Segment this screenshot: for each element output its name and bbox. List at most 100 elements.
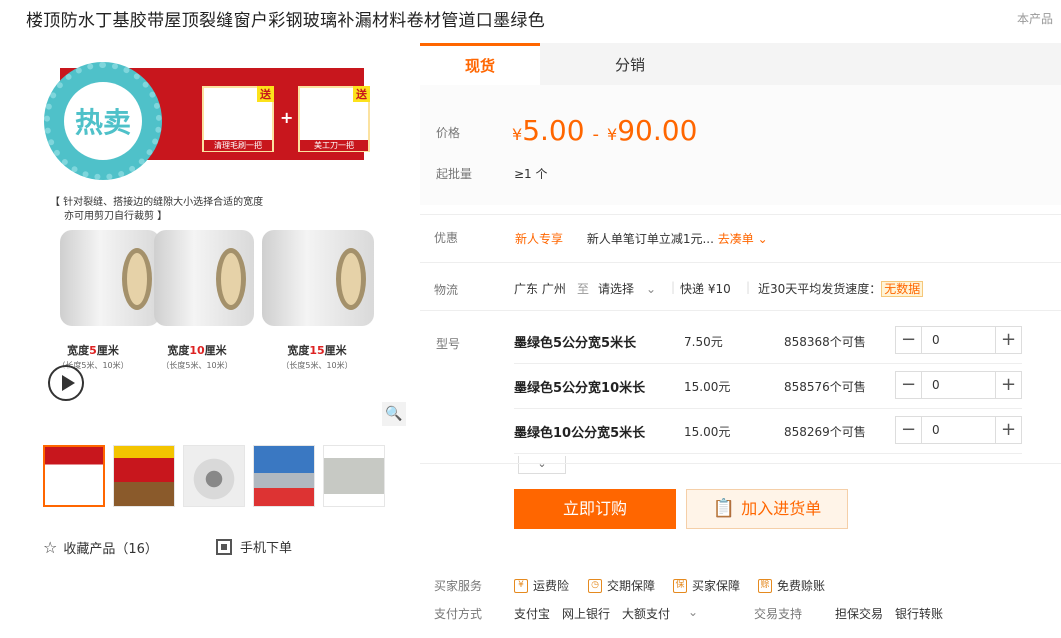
service-item[interactable]: 保买家保障 (673, 577, 740, 594)
favorite-label: 收藏产品（16） (63, 542, 158, 557)
variant-stock: 858576个可售 (784, 380, 866, 394)
divider (420, 463, 1061, 464)
gift-knife: 送 美工刀一把 (298, 86, 370, 152)
separator: | (671, 280, 676, 294)
payment-label: 支付方式 (434, 607, 483, 621)
thumbnail[interactable] (113, 445, 175, 507)
corner-text: 本产品 (1017, 12, 1054, 26)
variant-stock: 858269个可售 (784, 425, 866, 439)
chevron-down-icon: ⌄ (646, 282, 657, 296)
thumbnail[interactable] (183, 445, 245, 507)
minus-icon[interactable]: − (896, 327, 922, 353)
promo-text: 新人单笔订单立减1元... (586, 232, 714, 246)
buy-now-button[interactable]: 立即订购 (514, 489, 676, 529)
variant-price: 15.00元 (684, 380, 731, 394)
play-icon[interactable] (48, 365, 84, 401)
trade-support: 担保交易 银行转账 (835, 607, 944, 621)
divider (420, 310, 1061, 311)
speed-value: 无数据 (881, 281, 924, 297)
destination-select[interactable]: 请选择 ⌄ (598, 280, 656, 297)
plus-icon[interactable]: + (995, 327, 1021, 353)
tab-spot[interactable]: 现货 (420, 43, 540, 85)
promo-row: 新人专享 新人单笔订单立减1元... 去凑单 ⌄ (515, 230, 768, 247)
plus-icon[interactable]: + (995, 372, 1021, 398)
thumbnail[interactable] (323, 445, 385, 507)
ship-from: 广东 广州 (514, 282, 566, 296)
roll-sub: （长度5米、10米） (161, 361, 233, 370)
ship-to-word: 至 (577, 282, 590, 296)
quantity-input[interactable]: 0 (932, 333, 940, 347)
roll-label: 宽度5厘米 (67, 344, 119, 357)
price-label: 价格 (436, 126, 461, 140)
badge-text: 热卖 (64, 82, 142, 160)
minus-icon[interactable]: − (896, 417, 922, 443)
main-product-image[interactable]: 送 清理毛刷一把 + 送 美工刀一把 热卖 【 针对裂缝、搭接边的缝隙大小选择合… (38, 62, 408, 402)
add-to-cart-button[interactable]: 📋 加入进货单 (686, 489, 848, 529)
shield-icon: ¥ (514, 578, 528, 593)
qr-icon (216, 538, 232, 555)
product-title: 楼顶防水丁基胶带屋顶裂缝窗户彩钢玻璃补漏材料卷材管道口墨绿色 (26, 11, 545, 31)
note-line: 【 针对裂缝、搭接边的缝隙大小选择合适的宽度 (50, 197, 264, 208)
star-icon: ☆ (43, 538, 58, 557)
variant-row: 墨绿色5公分宽5米长 7.50元 858368个可售 − 0 + (514, 318, 1022, 364)
variant-name: 墨绿色5公分宽10米长 (514, 381, 646, 396)
variant-name: 墨绿色10公分宽5米长 (514, 426, 646, 441)
roll-core (336, 248, 366, 310)
chevron-down-icon[interactable]: ⌄ (758, 232, 768, 246)
favorite-button[interactable]: ☆ 收藏产品（16） (43, 538, 158, 557)
clock-icon: ◷ (588, 578, 602, 593)
divider (420, 262, 1061, 263)
chevron-down-icon[interactable]: ⌄ (688, 605, 698, 619)
promo-tag: 新人专享 (515, 232, 564, 246)
variant-label: 型号 (436, 337, 461, 351)
gift-tag: 送 (353, 86, 370, 102)
moq-value: ≥1 个 (514, 167, 548, 181)
roll-core (216, 248, 246, 310)
quantity-input[interactable]: 0 (932, 378, 940, 392)
clipboard-icon: 📋 (712, 498, 736, 519)
gift-tag: 送 (257, 86, 274, 102)
credit-icon: 赊 (758, 578, 772, 593)
logistics-label: 物流 (434, 283, 459, 297)
image-note: 【 针对裂缝、搭接边的缝隙大小选择合适的宽度 亦可用剪刀自行裁剪 】 (50, 196, 263, 224)
promo-label: 优惠 (434, 231, 459, 245)
tape-roll (60, 230, 160, 326)
quantity-stepper: − 0 + (895, 416, 1022, 444)
variant-stock: 858368个可售 (784, 335, 866, 349)
plus-sign: + (280, 108, 294, 127)
promo-link[interactable]: 去凑单 (718, 232, 754, 246)
roll-core (122, 248, 152, 310)
variant-row: 墨绿色10公分宽5米长 15.00元 858269个可售 − 0 + (514, 408, 1022, 454)
mobile-order-button[interactable]: 手机下单 (216, 537, 292, 556)
service-item[interactable]: ◷ 交期保障 (588, 577, 655, 594)
gift-caption: 清理毛刷一把 (204, 140, 272, 151)
services-label: 买家服务 (434, 579, 483, 593)
zoom-icon[interactable]: 🔍 (382, 402, 406, 426)
thumbnail[interactable] (253, 445, 315, 507)
service-item[interactable]: ¥ 运费险 (514, 577, 569, 594)
variant-name: 墨绿色5公分宽5米长 (514, 336, 637, 351)
minus-icon[interactable]: − (896, 372, 922, 398)
payment-methods: 支付宝 网上银行 大额支付 (514, 607, 671, 621)
tab-distribution[interactable]: 分销 (570, 43, 690, 85)
gift-brush: 送 清理毛刷一把 (202, 86, 274, 152)
quantity-stepper: − 0 + (895, 326, 1022, 354)
hot-sale-badge: 热卖 (44, 62, 162, 180)
thumbnail-strip (43, 445, 385, 507)
tab-bar: 现货 分销 (420, 43, 1061, 85)
tape-roll (262, 230, 374, 326)
variant-price: 7.50元 (684, 335, 723, 349)
tape-roll (154, 230, 254, 326)
moq-label: 起批量 (436, 167, 473, 181)
quantity-input[interactable]: 0 (932, 423, 940, 437)
service-item[interactable]: 赊免费赊账 (758, 577, 825, 594)
roll-label: 宽度15厘米 (287, 344, 347, 357)
trade-label: 交易支持 (754, 607, 803, 621)
thumbnail[interactable] (43, 445, 105, 507)
chevron-down-icon[interactable]: ⌄ (518, 456, 566, 474)
plus-icon[interactable]: + (995, 417, 1021, 443)
variant-price: 15.00元 (684, 425, 731, 439)
ship-speed: 近30天平均发货速度： 无数据 (758, 280, 924, 297)
express-fee: 快递 ¥10 (680, 282, 731, 296)
roll-label: 宽度10厘米 (167, 344, 227, 357)
